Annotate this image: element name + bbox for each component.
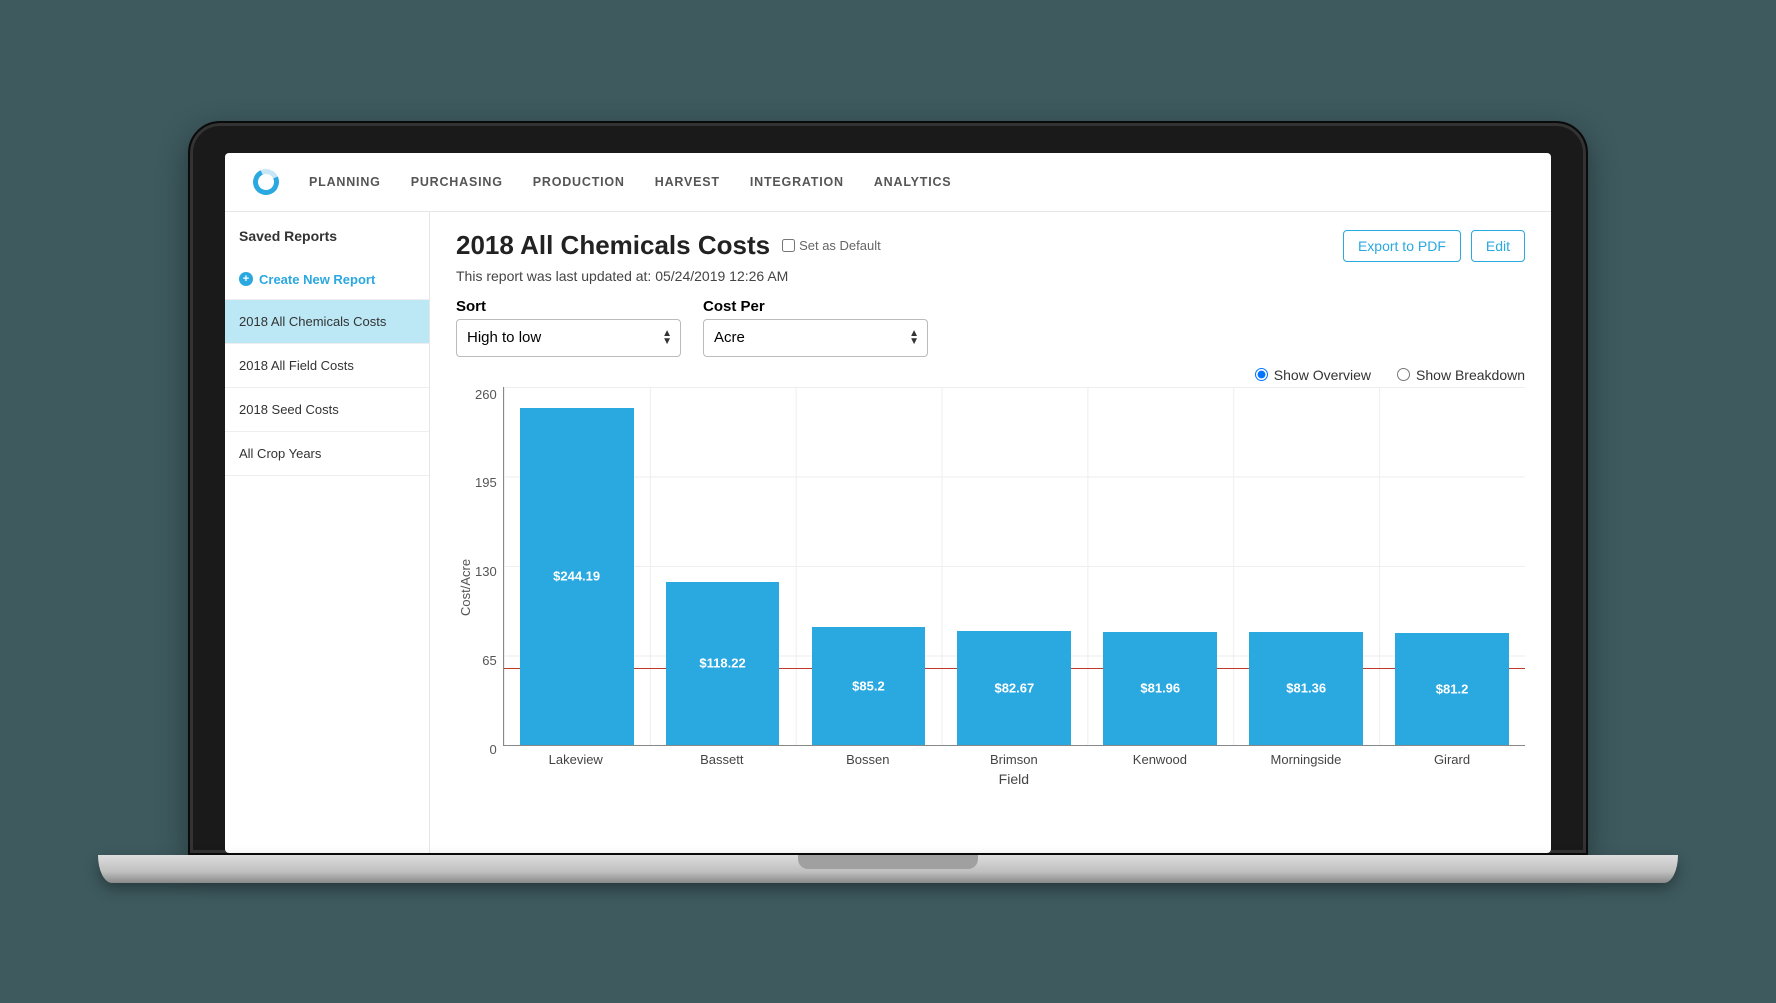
chart-xlabel: Field	[503, 771, 1525, 787]
costper-label: Cost Per	[703, 298, 928, 315]
chart-xcategory: Lakeview	[503, 746, 649, 767]
chart-ylabel: Cost/Acre	[456, 387, 475, 787]
chevron-updown-icon: ▲▼	[662, 330, 672, 346]
chart-bar-value: $82.67	[994, 680, 1034, 695]
sidebar: Saved Reports + Create New Report 2018 A…	[225, 212, 430, 853]
sidebar-title: Saved Reports	[225, 212, 429, 260]
chart-ytick: 130	[475, 564, 497, 579]
chart-bar-slot: $82.67	[941, 387, 1087, 745]
chart: Cost/Acre 260 195 130 65 0 $244.19 $118.22 $85…	[456, 387, 1525, 787]
chart-xcategory: Morningside	[1233, 746, 1379, 767]
chart-bar[interactable]: $81.96	[1103, 632, 1217, 745]
chart-bar-value: $244.19	[553, 569, 600, 584]
chart-xaxis-categories: LakeviewBassettBossenBrimsonKenwoodMorni…	[503, 746, 1525, 767]
chart-bar-value: $81.2	[1436, 681, 1469, 696]
saved-reports-list: 2018 All Chemicals Costs2018 All Field C…	[225, 300, 429, 476]
sidebar-item[interactable]: 2018 All Chemicals Costs	[225, 300, 429, 344]
chart-xcategory: Bassett	[649, 746, 795, 767]
costper-select[interactable]: Acre ▲▼	[703, 319, 928, 357]
view-breakdown-label: Show Breakdown	[1416, 367, 1525, 383]
sort-value: High to low	[467, 329, 541, 346]
view-toggle: Show Overview Show Breakdown	[456, 367, 1525, 383]
costper-value: Acre	[714, 329, 745, 346]
chart-bar-slot: $81.2	[1379, 387, 1525, 745]
chart-bar-value: $118.22	[699, 656, 745, 671]
sidebar-item[interactable]: All Crop Years	[225, 432, 429, 476]
chart-ytick: 0	[489, 742, 496, 757]
view-overview-radio[interactable]: Show Overview	[1255, 367, 1371, 383]
chart-ytick: 195	[475, 475, 497, 490]
updated-prefix: This report was last updated at:	[456, 268, 655, 284]
laptop-base	[98, 855, 1678, 883]
sidebar-item[interactable]: 2018 All Field Costs	[225, 344, 429, 388]
chart-bar-value: $85.2	[852, 678, 885, 693]
nav-items: PLANNING PURCHASING PRODUCTION HARVEST INTEG…	[309, 175, 951, 189]
view-overview-input[interactable]	[1255, 368, 1268, 381]
chart-bar[interactable]: $81.2	[1395, 633, 1509, 745]
chart-xcategory: Brimson	[941, 746, 1087, 767]
chart-bar-slot: $85.2	[796, 387, 942, 745]
laptop-bezel: PLANNING PURCHASING PRODUCTION HARVEST INTEG…	[188, 121, 1588, 855]
export-pdf-button[interactable]: Export to PDF	[1343, 230, 1461, 262]
chart-yaxis: 260 195 130 65 0	[475, 387, 503, 757]
sort-label: Sort	[456, 298, 681, 315]
title-row: 2018 All Chemicals Costs Set as Default …	[456, 230, 1525, 262]
chart-xcategory: Girard	[1379, 746, 1525, 767]
sort-control: Sort High to low ▲▼	[456, 298, 681, 357]
body: Saved Reports + Create New Report 2018 A…	[225, 212, 1551, 853]
chart-xcategory: Bossen	[795, 746, 941, 767]
sort-select[interactable]: High to low ▲▼	[456, 319, 681, 357]
chart-bar[interactable]: $81.36	[1249, 632, 1363, 744]
chart-bar-slot: $81.96	[1087, 387, 1233, 745]
nav-item-analytics[interactable]: ANALYTICS	[874, 175, 952, 189]
nav-item-production[interactable]: PRODUCTION	[533, 175, 625, 189]
chart-xcategory: Kenwood	[1087, 746, 1233, 767]
chart-bars: $244.19 $118.22 $85.2 $82.67 $81.96 $81.36 $81…	[504, 387, 1525, 745]
create-report-label: Create New Report	[259, 272, 375, 287]
chart-plot: $244.19 $118.22 $85.2 $82.67 $81.96 $81.36 $81…	[503, 387, 1525, 746]
set-default-label: Set as Default	[799, 238, 881, 253]
set-default-toggle[interactable]: Set as Default	[782, 238, 881, 253]
chart-bar-value: $81.96	[1140, 681, 1180, 696]
nav-item-purchasing[interactable]: PURCHASING	[411, 175, 503, 189]
page-title: 2018 All Chemicals Costs	[456, 230, 770, 261]
nav-item-harvest[interactable]: HARVEST	[655, 175, 720, 189]
view-breakdown-input[interactable]	[1397, 368, 1410, 381]
main: 2018 All Chemicals Costs Set as Default …	[430, 212, 1551, 853]
sidebar-item[interactable]: 2018 Seed Costs	[225, 388, 429, 432]
last-updated: This report was last updated at: 05/24/2…	[456, 268, 1525, 284]
chart-bar[interactable]: $85.2	[812, 627, 926, 744]
title-left: 2018 All Chemicals Costs Set as Default	[456, 230, 881, 261]
laptop-mockup: PLANNING PURCHASING PRODUCTION HARVEST INTEG…	[188, 121, 1588, 883]
app-logo-icon	[249, 165, 282, 198]
chart-bar-value: $81.36	[1286, 681, 1326, 696]
chevron-updown-icon: ▲▼	[909, 330, 919, 346]
chart-ytick: 260	[475, 387, 497, 402]
view-overview-label: Show Overview	[1274, 367, 1371, 383]
app-screen: PLANNING PURCHASING PRODUCTION HARVEST INTEG…	[225, 153, 1551, 853]
updated-time: 05/24/2019 12:26 AM	[655, 268, 788, 284]
edit-button[interactable]: Edit	[1471, 230, 1525, 262]
action-buttons: Export to PDF Edit	[1343, 230, 1525, 262]
controls: Sort High to low ▲▼ Cost Per Acre ▲▼	[456, 298, 1525, 357]
chart-bar[interactable]: $82.67	[957, 631, 1071, 745]
chart-bar[interactable]: $244.19	[520, 408, 634, 744]
nav-item-integration[interactable]: INTEGRATION	[750, 175, 844, 189]
chart-bar-slot: $118.22	[650, 387, 796, 745]
chart-bar-slot: $81.36	[1233, 387, 1379, 745]
laptop-notch	[798, 855, 978, 869]
costper-control: Cost Per Acre ▲▼	[703, 298, 928, 357]
nav-item-planning[interactable]: PLANNING	[309, 175, 381, 189]
plus-circle-icon: +	[239, 272, 253, 286]
chart-bar[interactable]: $118.22	[666, 582, 780, 745]
set-default-checkbox[interactable]	[782, 239, 795, 252]
view-breakdown-radio[interactable]: Show Breakdown	[1397, 367, 1525, 383]
chart-bar-slot: $244.19	[504, 387, 650, 745]
create-report-link[interactable]: + Create New Report	[225, 260, 429, 300]
chart-ytick: 65	[482, 653, 496, 668]
top-nav: PLANNING PURCHASING PRODUCTION HARVEST INTEG…	[225, 153, 1551, 212]
